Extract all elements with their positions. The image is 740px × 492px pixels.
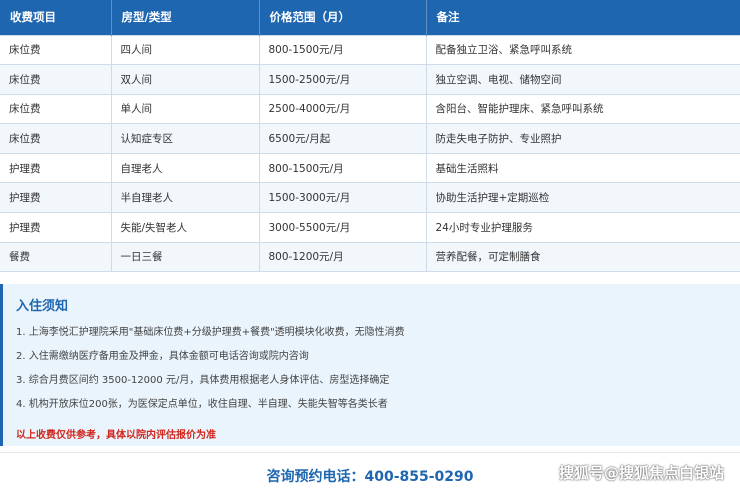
table-row: 床位费 单人间 2500-4000元/月 含阳台、智能护理床、紧急呼叫系统 (0, 93, 740, 125)
cell-remark: 独立空调、电视、储物空间 (425, 64, 740, 95)
cell-room-type: 双人间 (110, 64, 260, 95)
cell-price: 800-1500元/月 (258, 152, 427, 184)
table-row: 床位费 四人间 800-1500元/月 配备独立卫浴、紧急呼叫系统 (0, 34, 740, 66)
cell-remark: 24小时专业护理服务 (425, 212, 740, 243)
cell-fee-item: 床位费 (0, 64, 112, 95)
cell-fee-item: 护理费 (0, 212, 112, 243)
cell-remark: 基础生活照料 (425, 152, 740, 184)
table-row: 护理费 失能/失智老人 3000-5500元/月 24小时专业护理服务 (0, 212, 740, 243)
table-row: 护理费 半自理老人 1500-3000元/月 协助生活护理+定期巡检 (0, 182, 740, 214)
header-fee-item: 收费项目 (0, 0, 112, 35)
table-row: 护理费 自理老人 800-1500元/月 基础生活照料 (0, 152, 740, 184)
cell-price: 1500-3000元/月 (258, 182, 427, 214)
notice-item: 1. 上海李悦汇护理院采用"基础床位费+分级护理费+餐费"透明模块化收费，无隐性… (16, 327, 405, 338)
header-room-type: 房型/类型 (111, 0, 260, 35)
header-price-range: 价格范围（月） (259, 0, 427, 35)
cell-room-type: 认知症专区 (110, 123, 260, 154)
notice-warning: 以上收费仅供参考，具体以院内评估报价为准 (16, 430, 216, 441)
cell-fee-item: 床位费 (0, 123, 112, 154)
cell-room-type: 失能/失智老人 (110, 212, 260, 243)
admission-notice: 入住须知 1. 上海李悦汇护理院采用"基础床位费+分级护理费+餐费"透明模块化收… (0, 284, 740, 446)
cell-fee-item: 护理费 (0, 152, 112, 184)
table-row: 床位费 双人间 1500-2500元/月 独立空调、电视、储物空间 (0, 64, 740, 95)
cell-price: 2500-4000元/月 (258, 93, 427, 125)
cell-fee-item: 床位费 (0, 93, 112, 125)
cell-remark: 协助生活护理+定期巡检 (425, 182, 740, 214)
divider (0, 452, 740, 453)
cell-price: 800-1500元/月 (258, 34, 427, 66)
watermark: 搜狐号@搜狐焦点白银站 (558, 464, 724, 482)
cell-price: 800-1200元/月 (258, 241, 427, 273)
cell-remark: 含阳台、智能护理床、紧急呼叫系统 (425, 93, 740, 125)
cell-room-type: 单人间 (110, 93, 260, 125)
cell-price: 1500-2500元/月 (258, 64, 427, 95)
cell-fee-item: 床位费 (0, 34, 112, 66)
cell-remark: 防走失电子防护、专业照护 (425, 123, 740, 154)
cell-fee-item: 护理费 (0, 182, 112, 214)
cell-room-type: 自理老人 (110, 152, 260, 184)
cell-room-type: 半自理老人 (110, 182, 260, 214)
cell-price: 3000-5500元/月 (258, 212, 427, 243)
table-row: 床位费 认知症专区 6500元/月起 防走失电子防护、专业照护 (0, 123, 740, 154)
cell-price: 6500元/月起 (258, 123, 427, 154)
notice-title: 入住须知 (16, 299, 69, 314)
notice-item: 3. 综合月费区间约 3500-12000 元/月，具体费用根据老人身体评估、房… (16, 375, 390, 386)
table-row: 餐费 一日三餐 800-1200元/月 营养配餐，可定制膳食 (0, 241, 740, 273)
notice-item: 2. 入住需缴纳医疗备用金及押金，具体金额可电话咨询或院内咨询 (16, 351, 309, 362)
cell-room-type: 四人间 (110, 34, 260, 66)
cell-fee-item: 餐费 (0, 241, 112, 273)
cell-room-type: 一日三餐 (110, 241, 260, 273)
cell-remark: 营养配餐，可定制膳食 (425, 241, 740, 273)
notice-item: 4. 机构开放床位200张，为医保定点单位，收住自理、半自理、失能失智等各类长者 (16, 399, 388, 410)
cell-remark: 配备独立卫浴、紧急呼叫系统 (425, 34, 740, 66)
fee-table: 收费项目 房型/类型 价格范围（月） 备注 床位费 四人间 800-1500元/… (0, 0, 740, 273)
table-header-row: 收费项目 房型/类型 价格范围（月） 备注 (0, 0, 740, 35)
header-remarks: 备注 (426, 0, 740, 35)
